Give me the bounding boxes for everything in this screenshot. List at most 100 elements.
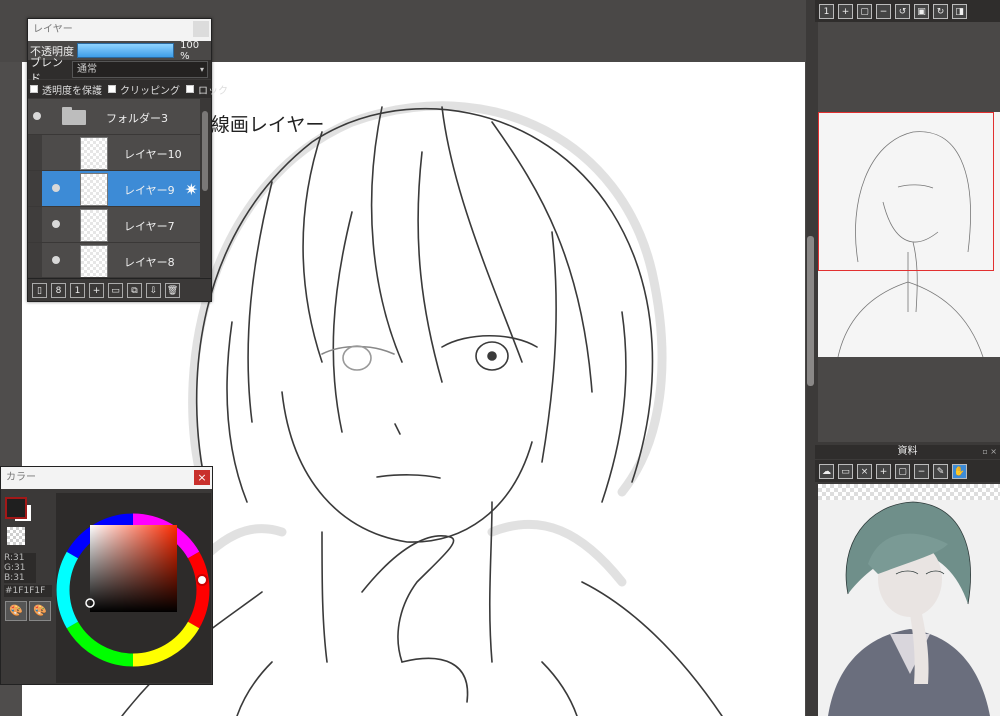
color-panel-title: カラー: [6, 472, 36, 483]
color-panel: カラー × R:31 G:31 B:31 #1F1F1F 🎨 🎨: [0, 466, 213, 685]
panel-close-button[interactable]: [193, 21, 209, 37]
rgb-readout: R:31 G:31 B:31: [4, 553, 36, 583]
opacity-value: 100 %: [180, 39, 200, 62]
folder-indent: [28, 243, 42, 277]
layer-thumbnail: [80, 209, 108, 242]
transparency-strip: [818, 484, 1000, 500]
zoom-in-icon[interactable]: +: [876, 463, 891, 479]
layer-thumbnail: [80, 173, 108, 206]
layer-name: レイヤー7: [124, 220, 175, 233]
layer-name: レイヤー9: [124, 184, 175, 197]
chevron-down-icon: ▾: [199, 65, 204, 74]
layer-panel: レイヤー 不透明度 100 % ブレンド 通常 ▾ 透明度を保護 クリッピング …: [27, 18, 228, 302]
blue-value: B:31: [4, 573, 25, 583]
blend-row: ブレンド 通常 ▾: [28, 56, 211, 85]
folder-indent: [28, 171, 42, 206]
visibility-toggle[interactable]: [52, 220, 60, 228]
reset-view-icon[interactable]: ▣: [914, 3, 929, 19]
blend-mode-select[interactable]: 通常 ▾: [72, 61, 208, 78]
checkbox-icon: [30, 85, 38, 93]
protect-alpha-checkbox[interactable]: 透明度を保護: [30, 82, 102, 97]
hue-handle[interactable]: [196, 574, 208, 586]
palette-settings-icon[interactable]: 🎨: [29, 601, 51, 621]
merge-down-icon[interactable]: ⇩: [146, 282, 161, 298]
hand-icon[interactable]: ✋: [952, 463, 967, 479]
lock-checkbox[interactable]: ロック: [186, 82, 228, 97]
resource-panel-title: 資料: [897, 446, 918, 457]
open-folder-icon[interactable]: ▭: [838, 463, 853, 479]
duplicate-layer-icon[interactable]: ⧉: [127, 282, 142, 298]
visibility-toggle[interactable]: [52, 256, 60, 264]
navigator-panel[interactable]: [818, 22, 1000, 442]
transparent-color-swatch[interactable]: [7, 527, 25, 545]
foreground-color-swatch[interactable]: [5, 497, 27, 519]
layer-thumbnail: [80, 245, 108, 277]
red-value: R:31: [4, 553, 25, 563]
navigator-viewport-frame[interactable]: [818, 112, 994, 271]
protect-alpha-label: 透明度を保護: [42, 85, 102, 97]
right-panels: 1 + ▢ − ↺ ▣ ↻ ◨ 資料 ▫ × ☁ ▭ × + ▢ − ✎ ✋: [815, 0, 1000, 716]
green-value: G:31: [4, 563, 26, 573]
layer-item-selected[interactable]: レイヤー9 ✷: [28, 171, 200, 207]
eyedropper-icon[interactable]: ✎: [933, 463, 948, 479]
layer-panel-titlebar[interactable]: レイヤー: [28, 19, 211, 41]
opacity-slider[interactable]: [76, 43, 175, 58]
folder-indent: [28, 135, 42, 170]
delete-layer-icon[interactable]: 🗑: [165, 282, 180, 298]
layer-thumbnail: [80, 137, 108, 170]
layer-list: フォルダー3 レイヤー10 レイヤー9 ✷ レイヤー7 レイヤー8: [28, 99, 200, 277]
add-special-layer-icon[interactable]: +: [89, 282, 104, 298]
lock-label: ロック: [198, 85, 228, 97]
layer-name: レイヤー10: [124, 148, 182, 161]
scrollbar-thumb[interactable]: [807, 236, 814, 386]
resource-panel-controls[interactable]: ▫ ×: [982, 445, 997, 459]
clipping-checkbox[interactable]: クリッピング: [108, 82, 180, 97]
scrollbar-thumb[interactable]: [202, 111, 208, 191]
color-panel-titlebar[interactable]: カラー ×: [1, 467, 212, 489]
close-icon[interactable]: ×: [857, 463, 872, 479]
folder-icon: [62, 107, 86, 125]
fit-window-icon[interactable]: ▢: [895, 463, 910, 479]
zoom-out-icon[interactable]: −: [914, 463, 929, 479]
layer-item[interactable]: レイヤー10: [28, 135, 200, 171]
layer-item-folder[interactable]: フォルダー3: [28, 99, 200, 135]
new-layer-icon[interactable]: ▯: [32, 282, 47, 298]
rotate-left-icon[interactable]: ↺: [895, 3, 910, 19]
resource-toolbar: ☁ ▭ × + ▢ − ✎ ✋: [815, 460, 1000, 482]
checkbox-icon: [108, 85, 116, 93]
layer-item[interactable]: レイヤー7: [28, 207, 200, 243]
flip-horizontal-icon[interactable]: ◨: [952, 3, 967, 19]
zoom-out-icon[interactable]: −: [876, 3, 891, 19]
new-1bit-layer-icon[interactable]: 1: [70, 282, 85, 298]
checkbox-icon: [186, 85, 194, 93]
color-wheel[interactable]: [56, 493, 211, 683]
annotation-text: ←線画レイヤー: [195, 114, 325, 136]
canvas-vertical-scrollbar[interactable]: [806, 0, 815, 716]
gear-icon[interactable]: ✷: [185, 180, 198, 199]
rotate-right-icon[interactable]: ↻: [933, 3, 948, 19]
clipping-label: クリッピング: [120, 85, 180, 97]
palette-icon[interactable]: 🎨: [5, 601, 27, 621]
layer-list-scrollbar[interactable]: [200, 99, 211, 277]
blend-mode-value: 通常: [77, 64, 97, 75]
hex-value[interactable]: #1F1F1F: [4, 585, 52, 597]
visibility-toggle[interactable]: [52, 184, 60, 192]
new-folder-icon[interactable]: ▭: [108, 282, 123, 298]
new-8bit-layer-icon[interactable]: 8: [51, 282, 66, 298]
layer-toolbar: ▯ 8 1 + ▭ ⧉ ⇩ 🗑: [28, 278, 211, 301]
zoom-in-icon[interactable]: +: [838, 3, 853, 19]
layer-panel-title: レイヤー: [33, 24, 73, 35]
zoom-actual-icon[interactable]: 1: [819, 3, 834, 19]
folder-indent: [28, 207, 42, 242]
visibility-toggle[interactable]: [33, 112, 41, 120]
navigator-preview[interactable]: [818, 112, 1000, 358]
close-button[interactable]: ×: [194, 470, 210, 485]
navigator-toolbar: 1 + ▢ − ↺ ▣ ↻ ◨: [815, 0, 1000, 22]
fit-window-icon[interactable]: ▢: [857, 3, 872, 19]
resource-panel-header[interactable]: 資料 ▫ ×: [815, 445, 1000, 459]
color-picker-area[interactable]: [56, 493, 211, 683]
cloud-icon[interactable]: ☁: [819, 463, 834, 479]
reference-image: [828, 501, 990, 716]
layer-item[interactable]: レイヤー8: [28, 243, 200, 277]
resource-image-view[interactable]: [818, 484, 1000, 716]
